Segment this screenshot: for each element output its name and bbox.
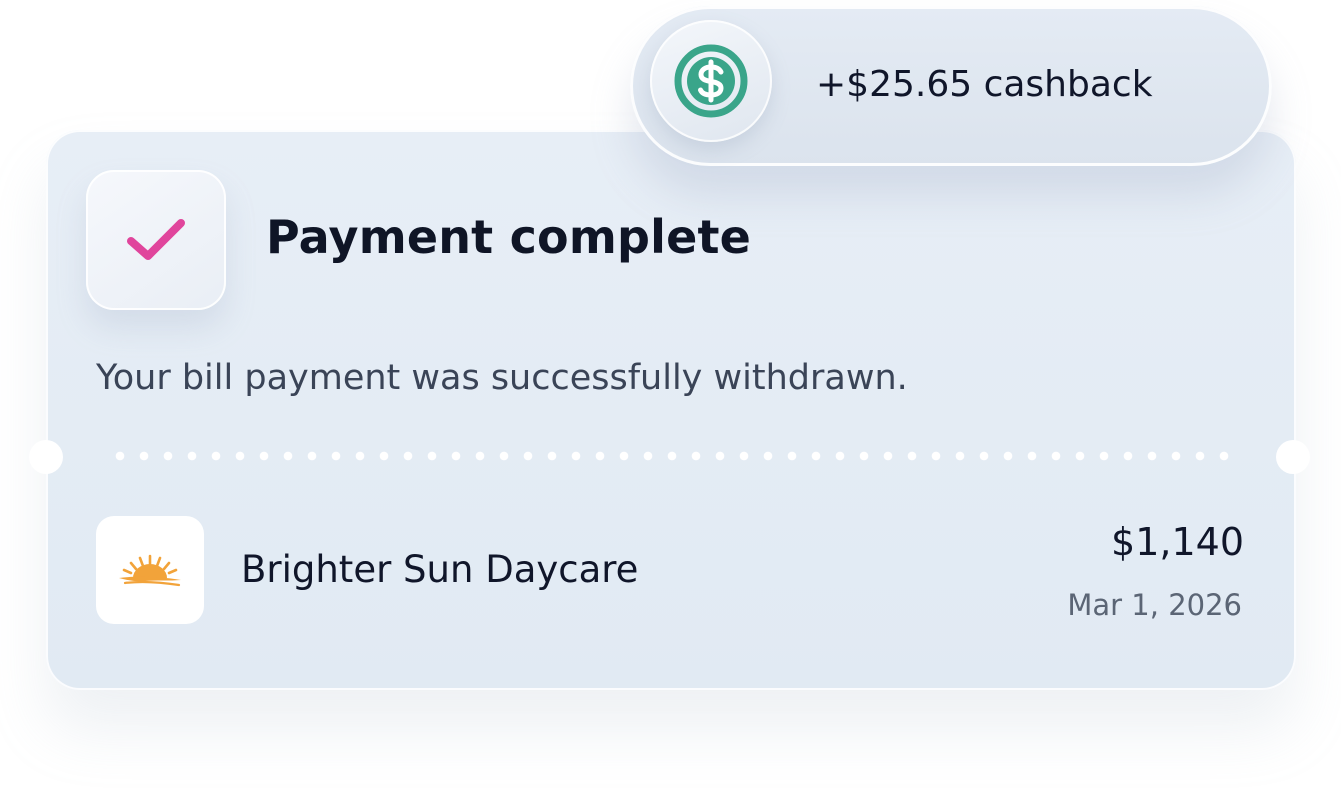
dotted-divider	[108, 450, 1236, 462]
check-icon	[125, 216, 187, 264]
payment-status-badge	[86, 170, 226, 310]
ticket-notch-right	[1276, 440, 1310, 474]
payment-date: Mar 1, 2026	[1067, 588, 1242, 622]
dollar-coin-icon	[671, 41, 751, 121]
page-title: Payment complete	[266, 210, 752, 264]
payment-amount: $1,140	[1111, 520, 1244, 564]
sun-logo-icon	[115, 550, 185, 590]
merchant-logo	[96, 516, 204, 624]
cashback-label: +$25.65 cashback	[816, 64, 1153, 105]
merchant-name: Brighter Sun Daycare	[241, 548, 639, 591]
cashback-coin	[650, 20, 772, 142]
payment-message: Your bill payment was successfully withd…	[96, 358, 908, 398]
ticket-notch-left	[29, 440, 63, 474]
